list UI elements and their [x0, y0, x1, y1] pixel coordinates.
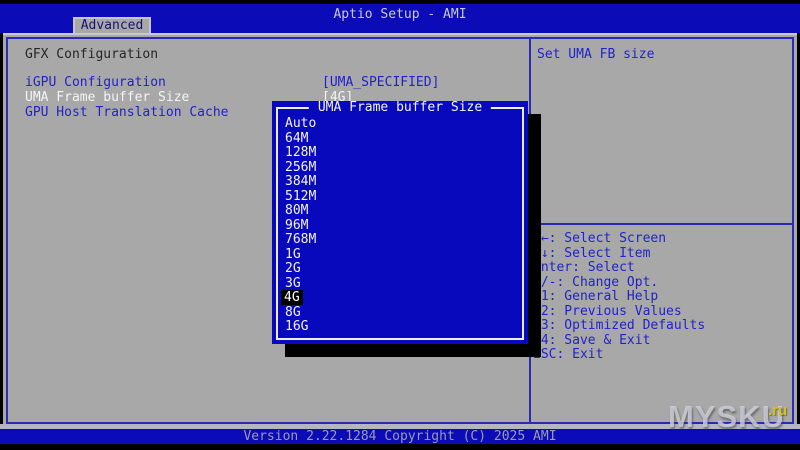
- setting-label: iGPU Configuration: [25, 75, 166, 90]
- setting-value: [UMA_SPECIFIED]: [322, 75, 440, 90]
- popup-option[interactable]: 64M: [284, 131, 518, 147]
- help-key-line: →←: Select Screen: [533, 231, 667, 246]
- popup-option[interactable]: 256M: [284, 160, 518, 176]
- popup-option[interactable]: 16G: [284, 320, 518, 335]
- popup-option[interactable]: 96M: [284, 218, 518, 234]
- help-key-line: F2: Previous Values: [533, 303, 682, 319]
- popup-option[interactable]: Auto: [284, 117, 518, 132]
- popup-title: UMA Frame buffer Size: [308, 101, 492, 115]
- help-key-legend: →←: Select Screen ↑↓: Select Item Enter:…: [533, 232, 793, 363]
- popup-option[interactable]: 512M: [284, 189, 518, 205]
- popup-option[interactable]: 80M: [284, 204, 518, 219]
- help-key-line: ESC: Exit: [533, 347, 604, 362]
- popup-option[interactable]: 384M: [284, 175, 518, 190]
- popup-option[interactable]: 128M: [284, 146, 518, 161]
- uma-frame-buffer-size-popup: UMA Frame buffer Size Auto 64M 128M 256M…: [272, 101, 528, 344]
- help-key-line: ↑↓: Select Item: [533, 245, 651, 261]
- help-key-line: F4: Save & Exit: [533, 332, 651, 348]
- screen-bottom-margin: [0, 444, 800, 450]
- help-divider: [531, 223, 794, 225]
- popup-option[interactable]: 1G: [284, 247, 518, 263]
- help-key-line: F3: Optimized Defaults: [533, 318, 706, 333]
- popup-option-list: Auto 64M 128M 256M 384M 512M 80M 96M 768…: [281, 117, 518, 335]
- help-key-line: Enter: Select: [533, 260, 635, 275]
- help-key-line: F1: General Help: [533, 289, 659, 304]
- tab-advanced-label: Advanced: [80, 18, 144, 33]
- popup-option[interactable]: 4G: [281, 290, 518, 306]
- setting-label: UMA Frame buffer Size: [25, 90, 190, 105]
- help-text: Set UMA FB size: [537, 47, 655, 62]
- panel-vertical-divider: [529, 37, 531, 424]
- popup-option[interactable]: 8G: [284, 305, 518, 321]
- popup-option[interactable]: 768M: [284, 233, 518, 248]
- tab-advanced[interactable]: Advanced: [73, 17, 151, 33]
- help-key-line: +/-: Change Opt.: [533, 274, 659, 290]
- setting-label: GPU Host Translation Cache: [25, 105, 229, 120]
- version-text: Version 2.22.1284 Copyright (C) 2025 AMI: [243, 429, 557, 444]
- popup-option[interactable]: 2G: [284, 262, 518, 277]
- popup-option[interactable]: 3G: [284, 276, 518, 292]
- statusbar: Version 2.22.1284 Copyright (C) 2025 AMI: [0, 429, 800, 444]
- bios-screen: Aptio Setup - AMI Advanced GFX Configura…: [0, 0, 800, 450]
- section-title: GFX Configuration: [25, 47, 159, 62]
